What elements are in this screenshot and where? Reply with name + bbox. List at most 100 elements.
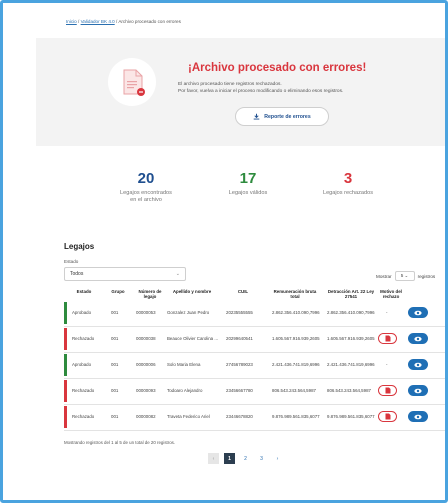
cell-grupo: 001 [111,336,119,341]
cell-legajo: 00000093 [136,388,156,393]
cell-nombre: Solo Maria Elena [167,362,201,367]
stat-value: 3 [343,170,353,187]
cell-grupo: 001 [111,388,119,393]
cell-detraccion: 2.421.436.741.819,6996 [327,362,375,367]
table-row: Rechazado 001 00000082 Traveta Federico Ari… [64,406,445,428]
breadcrumb-current: Archivo procesado con errores [118,19,181,24]
cell-estado: Rechazado [72,336,95,341]
estado-filter-label: Estado [64,259,79,264]
report-errors-label: Reporte de errores [264,113,311,120]
cell-cuil: 20235555555 [226,310,253,315]
stat-label-line: en el archivo [130,197,162,203]
table-row: Aprobado 001 00000006 Solo Maria Elena 27456… [64,354,445,376]
cell-estado: Aprobado [72,362,92,367]
cell-detraccion: 9.876.989.561.835,6077 [327,414,375,419]
table-row: Aprobado 001 00000053 Gonzalez Juan Pedro 20… [64,302,445,324]
cell-estado: Rechazado [72,388,95,393]
cell-remuneracion: 9.876.989.561.835,6077 [272,414,320,419]
breadcrumb-separator: / [78,19,80,24]
pagination-next-button[interactable]: › [272,453,283,464]
column-header: Grupo [111,289,125,294]
breadcrumb: Inicio / Validador BK 4.0 / Archivo proc… [66,19,181,24]
pdf-icon [385,387,390,394]
rejection-reason-pdf-button[interactable] [378,333,397,344]
cell-motivo: - [386,310,388,315]
cell-grupo: 001 [111,362,119,367]
estado-filter-select[interactable]: Todos ⌄ [64,267,186,281]
cell-nombre: Todoaro Alejandro [167,388,203,393]
row-divider [64,326,445,327]
cell-grupo: 001 [111,414,119,419]
pagination-page-button[interactable]: 2 [240,453,251,464]
table-summary: Mostrando registros del 1 al 5 de un tot… [64,440,176,445]
pagination-prev-button[interactable]: ‹ [208,453,219,464]
download-icon [253,113,260,120]
stat-valid: 17 Legajos válidos [208,170,288,197]
cell-estado: Aprobado [72,310,92,315]
row-divider [64,404,445,405]
view-detail-button[interactable] [408,385,428,396]
row-divider [64,352,445,353]
status-indicator [64,302,67,324]
view-detail-button[interactable] [408,411,428,422]
cell-nombre: Traveta Federico Ariel [167,414,210,419]
rejection-reason-pdf-button[interactable] [378,411,397,422]
column-header: Apellido y nombre [172,289,212,294]
page-size-select[interactable]: 5 ⌄ [394,271,415,281]
cell-detraccion: 1.605.567.916.939,2605 [327,336,375,341]
cell-remuneracion: 1.605.567.916.939,2605 [272,336,320,341]
view-detail-button[interactable] [408,307,428,318]
cell-grupo: 001 [111,310,119,315]
cell-legajo: 00000053 [136,310,156,315]
cell-estado: Rechazado [72,414,95,419]
registros-label: registros [417,273,436,279]
hero-message-line: Por favor, vuelva a iniciar el proceso m… [178,88,344,94]
pagination: ‹ 1 2 3 › [208,453,283,464]
cell-cuil: 23446678820 [226,414,253,419]
view-detail-button[interactable] [408,359,428,370]
estado-filter-value: Todos [70,271,84,277]
column-header: Detracción Art. 22 Ley 27541 [327,289,375,300]
pagination-page-button[interactable]: 1 [224,453,235,464]
breadcrumb-section-link[interactable]: Validador BK 4.0 [81,19,115,24]
row-divider [64,430,445,431]
mostrar-label: Mostrar [376,273,392,279]
stat-label-line: Legajos encontrados [120,190,172,196]
cell-legajo: 00000006 [136,362,156,367]
view-detail-button[interactable] [408,333,428,344]
row-divider [64,378,445,379]
pagination-page-button[interactable]: 3 [256,453,267,464]
stat-label: Legajos encontrados en el archivo [106,190,186,204]
pdf-icon [385,413,390,420]
column-header: Remuneración bruta total [273,289,317,300]
cell-motivo: - [386,362,388,367]
status-indicator [64,354,67,376]
status-indicator [64,380,67,402]
cell-detraccion: 806.543.243.564,5987 [327,388,371,393]
page-size-value: 5 [400,273,404,278]
column-header: Motivo del rechazo [380,289,402,300]
stat-value: 17 [239,170,257,187]
cell-remuneracion: 806.543.243.564,5987 [272,388,316,393]
cell-cuil: 23456667780 [226,388,253,393]
hero-icon-circle [108,58,156,106]
cell-remuneracion: 2.862.356.410.090,7996 [272,310,320,315]
chevron-down-icon: ⌄ [175,271,180,277]
app-frame: Inicio / Validador BK 4.0 / Archivo proc… [0,0,448,503]
rejection-reason-pdf-button[interactable] [378,385,397,396]
stat-label: Legajos rechazados [322,190,374,196]
eye-icon [414,310,422,315]
breadcrumb-home-link[interactable]: Inicio [66,19,77,24]
eye-icon [414,388,422,393]
cell-remuneracion: 2.421.436.741.819,6996 [272,362,320,367]
table-row: Rechazado 001 00000093 Todoaro Alejandro 234… [64,380,445,402]
cell-nombre: Gonzalez Juan Pedro [167,310,210,315]
error-hero: ¡Archivo procesado con errores! El archi… [36,38,445,146]
file-error-icon [123,69,145,96]
table-row: Rechazado 001 00000038 Beauce Olivier Carol… [64,328,445,350]
cell-legajo: 00000038 [136,336,156,341]
cell-detraccion: 2.862.356.410.090,7996 [327,310,375,315]
report-errors-button[interactable]: Reporte de errores [235,107,329,126]
stat-value: 20 [137,170,155,187]
page-size-control: Mostrar 5 ⌄ registros [376,271,435,281]
